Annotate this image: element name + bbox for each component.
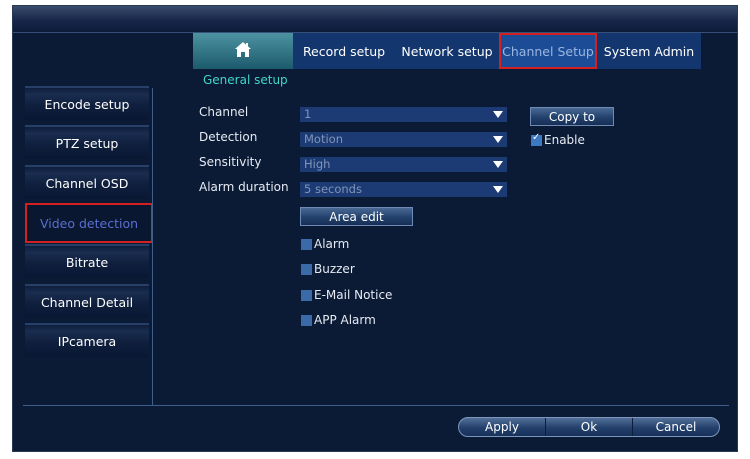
app-alarm-checkbox[interactable]: APP Alarm — [301, 313, 376, 327]
ok-button[interactable]: Ok — [546, 418, 633, 436]
alarm-duration-select[interactable]: 5 seconds — [300, 182, 507, 197]
tab-channel-setup[interactable]: Channel Setup — [499, 33, 597, 69]
sensitivity-select[interactable]: High — [300, 157, 507, 172]
chevron-down-icon — [493, 186, 503, 193]
sidebar-item-encode-setup[interactable]: Encode setup — [25, 86, 149, 120]
email-notice-label: E-Mail Notice — [314, 288, 393, 302]
page-subtitle: General setup — [203, 73, 288, 87]
channel-select[interactable]: 1 — [300, 107, 507, 122]
window-frame: Record setup Network setup Channel Setup… — [12, 5, 738, 452]
apply-button[interactable]: Apply — [459, 418, 546, 436]
footer-divider — [23, 405, 729, 406]
home-icon — [234, 41, 252, 61]
email-notice-checkbox[interactable]: E-Mail Notice — [301, 288, 392, 302]
detection-select-value: Motion — [304, 132, 343, 146]
detection-select[interactable]: Motion — [300, 132, 507, 147]
channel-select-value: 1 — [304, 107, 312, 121]
checkbox-icon — [531, 132, 542, 146]
enable-checkbox[interactable]: Enable — [531, 132, 585, 147]
copy-to-button[interactable]: Copy to — [530, 107, 614, 126]
checkbox-icon — [301, 263, 312, 275]
sidebar-item-channel-detail[interactable]: Channel Detail — [25, 284, 149, 318]
tab-network-setup[interactable]: Network setup — [395, 33, 499, 69]
tab-system-admin[interactable]: System Admin — [597, 33, 701, 69]
area-edit-button[interactable]: Area edit — [300, 207, 413, 226]
footer-button-group: Apply Ok Cancel — [458, 417, 720, 437]
channel-label: Channel — [199, 105, 249, 119]
sidebar-item-channel-osd[interactable]: Channel OSD — [25, 165, 149, 199]
sidebar-divider — [152, 88, 153, 406]
tab-bar: Record setup Network setup Channel Setup… — [193, 33, 701, 69]
detection-label: Detection — [199, 130, 258, 144]
app-alarm-label: APP Alarm — [314, 313, 376, 327]
sidebar-item-video-detection[interactable]: Video detection — [25, 203, 153, 243]
alarm-duration-select-value: 5 seconds — [304, 182, 362, 196]
buzzer-label: Buzzer — [314, 262, 355, 276]
enable-label: Enable — [544, 133, 585, 147]
sidebar-item-ptz-setup[interactable]: PTZ setup — [25, 125, 149, 159]
alarm-duration-label: Alarm duration — [199, 180, 289, 194]
sidebar-item-bitrate[interactable]: Bitrate — [25, 244, 149, 278]
buzzer-checkbox[interactable]: Buzzer — [301, 262, 355, 276]
alarm-label: Alarm — [314, 237, 350, 251]
sensitivity-select-value: High — [304, 157, 331, 171]
cancel-button[interactable]: Cancel — [633, 418, 719, 436]
checkbox-icon — [301, 314, 312, 326]
sidebar-item-ipcamera[interactable]: IPcamera — [25, 323, 149, 357]
chevron-down-icon — [493, 136, 503, 143]
sensitivity-label: Sensitivity — [199, 155, 262, 169]
tab-record-setup[interactable]: Record setup — [293, 33, 395, 69]
tab-home[interactable] — [193, 33, 293, 69]
checkbox-icon — [301, 289, 312, 301]
title-bar — [13, 6, 737, 33]
alarm-checkbox[interactable]: Alarm — [301, 237, 349, 251]
chevron-down-icon — [493, 111, 503, 118]
chevron-down-icon — [493, 161, 503, 168]
checkbox-icon — [301, 238, 312, 250]
